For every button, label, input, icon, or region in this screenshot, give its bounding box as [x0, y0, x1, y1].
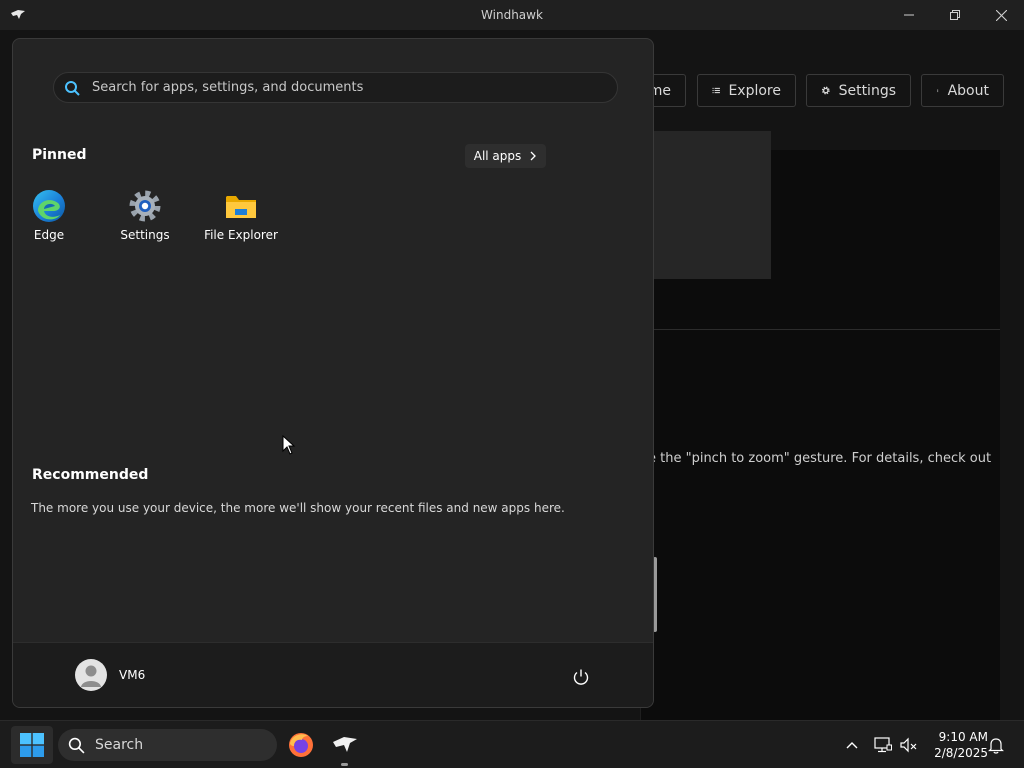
notifications-button[interactable]: [985, 734, 1007, 756]
about-nav-button[interactable]: About: [921, 74, 1004, 107]
close-icon: [995, 9, 1007, 21]
close-button[interactable]: [978, 0, 1024, 30]
taskbar-search-label: Search: [95, 737, 144, 753]
content-divider: [640, 329, 1000, 330]
settings-nav-label: Settings: [838, 82, 896, 99]
volume-muted-icon: [900, 737, 917, 753]
recommended-empty-text: The more you use your device, the more w…: [31, 501, 565, 515]
chevron-up-icon: [846, 742, 858, 749]
recommended-title: Recommended: [32, 467, 149, 483]
network-icon: [874, 737, 892, 753]
window-title: Windhawk: [481, 8, 543, 22]
folder-icon: [226, 196, 256, 218]
start-menu-footer: VM6: [13, 642, 653, 707]
start-button[interactable]: [11, 726, 53, 764]
pinned-app-label: Settings: [120, 228, 170, 242]
gear-icon: [821, 86, 830, 95]
firefox-icon: [289, 733, 313, 757]
network-status-button[interactable]: [872, 734, 894, 756]
restore-button[interactable]: [932, 0, 978, 30]
search-icon: [68, 737, 85, 754]
settings-nav-button[interactable]: Settings: [806, 74, 911, 107]
taskbar-app-firefox[interactable]: [283, 727, 319, 763]
clock-time: 9:10 AM: [938, 730, 988, 744]
user-name: VM6: [119, 668, 146, 682]
explore-nav-label: Explore: [728, 82, 781, 99]
all-apps-label: All apps: [473, 149, 522, 163]
taskbar-search-box[interactable]: Search: [58, 729, 277, 761]
info-icon: [937, 89, 939, 93]
clock-date: 2/8/2025: [934, 746, 988, 760]
minimize-button[interactable]: [886, 0, 932, 30]
pinned-app-settings[interactable]: Settings: [97, 189, 193, 251]
chevron-right-icon: [530, 151, 537, 161]
pinned-app-label: File Explorer: [204, 228, 278, 242]
start-search-box[interactable]: [53, 72, 618, 103]
pinned-app-file-explorer[interactable]: File Explorer: [193, 189, 289, 251]
windows-logo-icon: [20, 733, 44, 757]
user-icon: [81, 665, 101, 687]
about-nav-label: About: [947, 82, 989, 99]
taskbar: Search 9:10 AM 2/8/2025: [0, 720, 1024, 768]
start-menu: Pinned All apps Edge Settings: [12, 38, 654, 708]
mod-card: [640, 131, 771, 279]
list-icon: [712, 87, 720, 94]
search-icon: [65, 80, 80, 96]
volume-button[interactable]: [898, 734, 920, 756]
all-apps-button[interactable]: All apps: [465, 144, 546, 168]
mouse-cursor-icon: [282, 435, 296, 455]
pinned-title: Pinned: [32, 147, 87, 163]
taskbar-clock[interactable]: 9:10 AM 2/8/2025: [926, 729, 988, 761]
power-icon: [573, 669, 589, 685]
edge-icon: [33, 190, 65, 222]
bell-icon: [988, 737, 1004, 754]
window-titlebar[interactable]: Windhawk: [0, 0, 1024, 30]
pinned-app-label: Edge: [33, 228, 65, 242]
restore-icon: [950, 10, 960, 20]
avatar: [75, 659, 107, 691]
show-hidden-icons-button[interactable]: [841, 734, 863, 756]
mod-description-text: e the "pinch to zoom" gesture. For detai…: [648, 451, 992, 466]
start-search-input[interactable]: [92, 80, 617, 95]
settings-gear-icon: [129, 190, 161, 222]
power-button[interactable]: [567, 663, 595, 691]
taskbar-app-windhawk[interactable]: [327, 727, 363, 763]
minimize-icon: [904, 14, 914, 16]
user-account-button[interactable]: VM6: [75, 657, 145, 693]
running-app-indicator: [341, 763, 348, 766]
explore-nav-button[interactable]: Explore: [697, 74, 796, 107]
pinned-app-edge[interactable]: Edge: [13, 189, 97, 251]
windhawk-icon: [333, 737, 357, 752]
